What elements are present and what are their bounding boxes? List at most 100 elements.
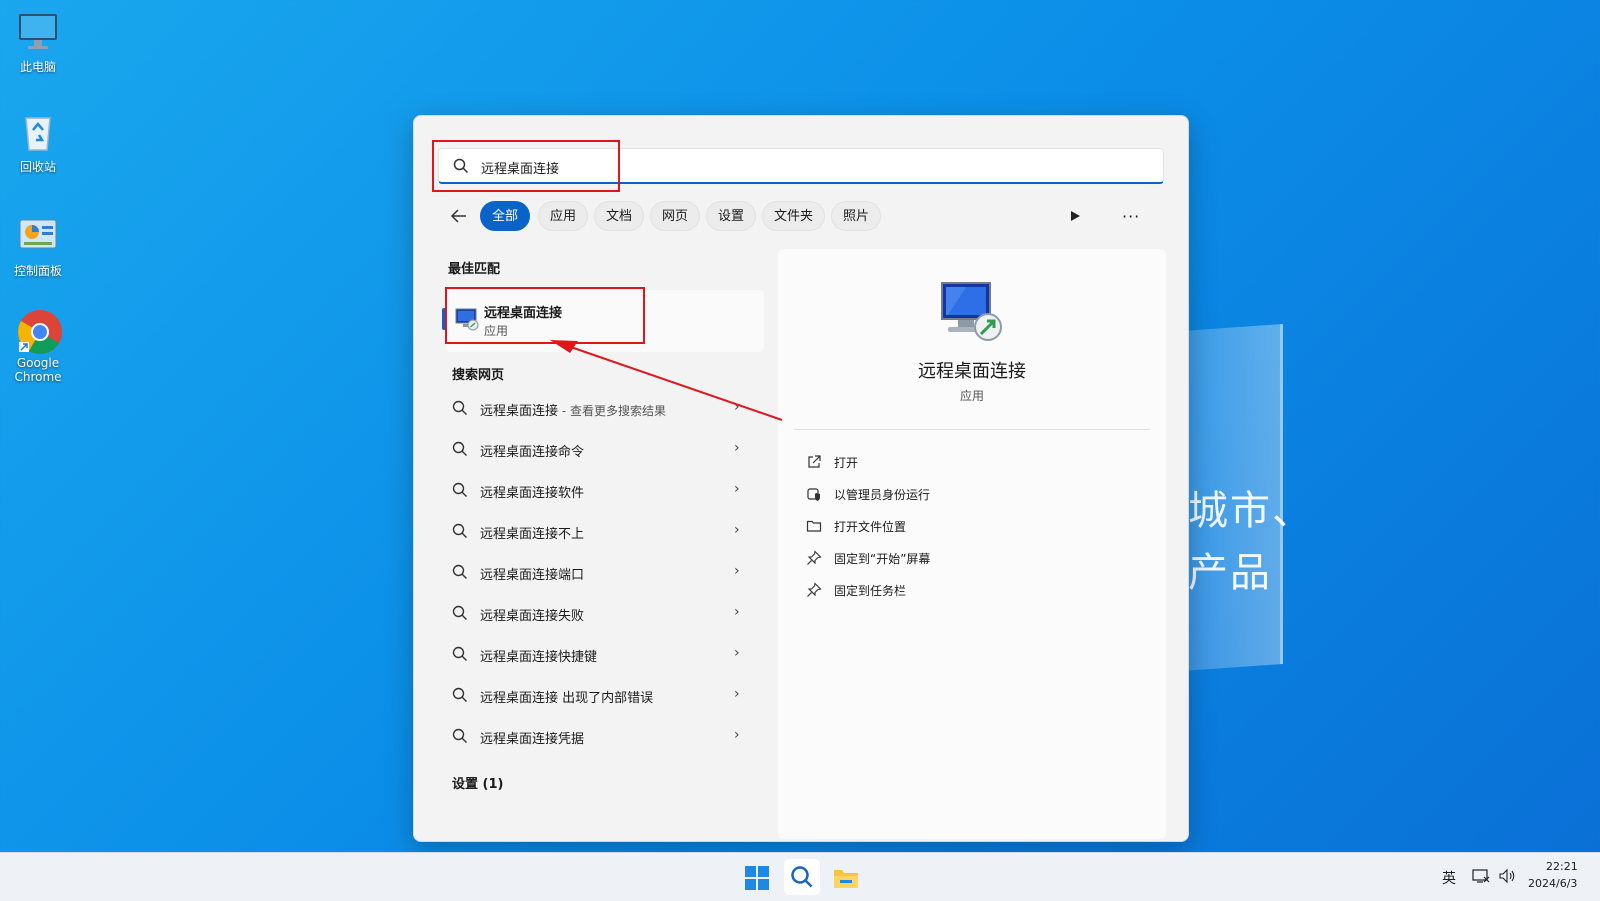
filter-chip-settings[interactable]: 设置 <box>706 201 757 231</box>
suggestion-query: 远程桌面连接凭据 <box>480 732 585 747</box>
filter-chip-documents[interactable]: 文档 <box>594 201 645 231</box>
search-icon <box>790 865 814 893</box>
search-icon <box>452 605 468 625</box>
back-arrow-icon[interactable] <box>448 205 472 229</box>
action-label: 以管理员身份运行 <box>834 488 931 502</box>
web-search-suggestion[interactable]: 远程桌面连接 - 查看更多搜索结果 › <box>452 393 752 423</box>
desktop-icon-label: 此电脑 <box>19 60 56 74</box>
chevron-right-icon: › <box>734 686 740 702</box>
result-detail-pane: 远程桌面连接 应用 打开 以管理员身份运行 打开文件位置 固定到“开始”屏幕 固… <box>778 249 1166 839</box>
desktop-icon-control-panel[interactable]: 控制面板 <box>6 214 70 279</box>
search-icon <box>452 400 468 420</box>
chevron-right-icon: › <box>734 563 740 579</box>
suggestion-query: 远程桌面连接端口 <box>480 568 585 583</box>
desktop-icon-label: 回收站 <box>19 160 56 174</box>
pin-icon <box>806 550 822 570</box>
search-icon <box>452 482 468 502</box>
chrome-icon <box>16 308 62 354</box>
wallpaper-text: 产品 <box>1188 550 1272 596</box>
detail-divider <box>794 429 1150 430</box>
web-search-suggestion[interactable]: 远程桌面连接失败 › <box>452 598 752 628</box>
remote-desktop-large-icon <box>936 279 1006 349</box>
more-options-icon[interactable]: ··· <box>1122 207 1140 226</box>
suggestion-text: 远程桌面连接端口 <box>480 564 584 583</box>
search-icon <box>452 646 468 666</box>
suggestion-query: 远程桌面连接失败 <box>480 609 585 624</box>
web-search-suggestion[interactable]: 远程桌面连接软件 › <box>452 475 752 505</box>
web-search-suggestion[interactable]: 远程桌面连接命令 › <box>452 434 752 464</box>
suggestion-text: 远程桌面连接失败 <box>480 605 584 624</box>
filter-chip-photos[interactable]: 照片 <box>831 201 882 231</box>
annotation-highlight-search <box>432 140 620 192</box>
file-explorer-icon[interactable] <box>832 865 858 891</box>
desktop-icon-this-pc[interactable]: 此电脑 <box>6 10 70 75</box>
clock-date[interactable]: 2024/6/3 <box>1528 877 1577 890</box>
search-icon <box>452 523 468 543</box>
wallpaper-text: 城市、 <box>1188 488 1314 534</box>
network-icon[interactable] <box>1472 868 1490 888</box>
action-label: 打开文件位置 <box>834 520 907 534</box>
annotation-highlight-result <box>445 287 645 344</box>
suggestion-text: 远程桌面连接快捷键 <box>480 646 597 665</box>
suggestion-query: 远程桌面连接命令 <box>480 445 585 460</box>
chevron-right-icon: › <box>734 727 740 743</box>
suggestion-subtext: - 查看更多搜索结果 <box>558 404 666 418</box>
admin-shield-icon <box>806 486 822 506</box>
suggestion-text: 远程桌面连接凭据 <box>480 728 584 747</box>
suggestion-query: 远程桌面连接 <box>480 404 559 419</box>
action-label: 固定到任务栏 <box>834 584 907 598</box>
action-label: 打开 <box>834 456 859 470</box>
suggestion-text: 远程桌面连接命令 <box>480 441 584 460</box>
filter-chip-web[interactable]: 网页 <box>650 201 701 231</box>
play-icon[interactable] <box>1068 209 1082 227</box>
detail-app-name: 远程桌面连接 <box>918 361 1026 382</box>
best-match-heading: 最佳匹配 <box>448 262 501 277</box>
search-web-heading: 搜索网页 <box>452 368 505 383</box>
taskbar-search-button[interactable] <box>784 859 820 895</box>
web-search-suggestion[interactable]: 远程桌面连接凭据 › <box>452 721 752 751</box>
suggestion-query: 远程桌面连接 出现了内部错误 <box>480 691 654 706</box>
recycle-bin-icon <box>16 110 60 154</box>
chevron-right-icon: › <box>734 399 740 415</box>
desktop-icon-chrome[interactable]: Google Chrome <box>6 308 70 384</box>
suggestion-text: 远程桌面连接 出现了内部错误 <box>480 687 653 706</box>
search-panel: 全部 应用 文档 网页 设置 文件夹 照片 ··· 最佳匹配 远程桌面连接 应用… <box>413 115 1189 842</box>
volume-icon[interactable] <box>1498 868 1516 888</box>
start-windows-icon[interactable] <box>744 865 770 891</box>
taskbar: 英 22:21 2024/6/3 <box>0 852 1600 901</box>
ime-indicator[interactable]: 英 <box>1442 868 1456 888</box>
folder-icon <box>806 518 822 538</box>
suggestion-text: 远程桌面连接软件 <box>480 482 584 501</box>
detail-app-type: 应用 <box>959 389 984 403</box>
pin-icon <box>806 582 822 602</box>
chevron-right-icon: › <box>734 522 740 538</box>
search-icon <box>452 441 468 461</box>
action-label: 固定到“开始”屏幕 <box>834 552 931 566</box>
desktop-icon-label: Google Chrome <box>14 356 62 384</box>
settings-section-heading[interactable]: 设置 (1) <box>452 773 503 792</box>
chevron-right-icon: › <box>734 440 740 456</box>
desktop-icon-recycle-bin[interactable]: 回收站 <box>6 110 70 175</box>
filter-chip-apps[interactable]: 应用 <box>538 201 589 231</box>
web-search-suggestion[interactable]: 远程桌面连接不上 › <box>452 516 752 546</box>
filter-bar: 全部 应用 文档 网页 设置 文件夹 照片 ··· <box>434 201 1174 233</box>
desktop-icon-label: 控制面板 <box>13 264 62 278</box>
web-search-suggestion[interactable]: 远程桌面连接快捷键 › <box>452 639 752 669</box>
clock-time[interactable]: 22:21 <box>1546 860 1578 873</box>
filter-chip-all[interactable]: 全部 <box>480 201 531 231</box>
chevron-right-icon: › <box>734 604 740 620</box>
chevron-right-icon: › <box>734 481 740 497</box>
chevron-right-icon: › <box>734 645 740 661</box>
suggestion-query: 远程桌面连接软件 <box>480 486 585 501</box>
suggestion-text: 远程桌面连接不上 <box>480 523 584 542</box>
search-icon <box>452 728 468 748</box>
suggestion-query: 远程桌面连接不上 <box>480 527 585 542</box>
search-icon <box>452 564 468 584</box>
web-search-suggestion[interactable]: 远程桌面连接 出现了内部错误 › <box>452 680 752 710</box>
control-panel-icon <box>16 214 60 258</box>
search-icon <box>452 687 468 707</box>
suggestion-query: 远程桌面连接快捷键 <box>480 650 598 665</box>
filter-chip-folders[interactable]: 文件夹 <box>762 201 826 231</box>
web-search-suggestion[interactable]: 远程桌面连接端口 › <box>452 557 752 587</box>
open-external-icon <box>806 454 822 474</box>
